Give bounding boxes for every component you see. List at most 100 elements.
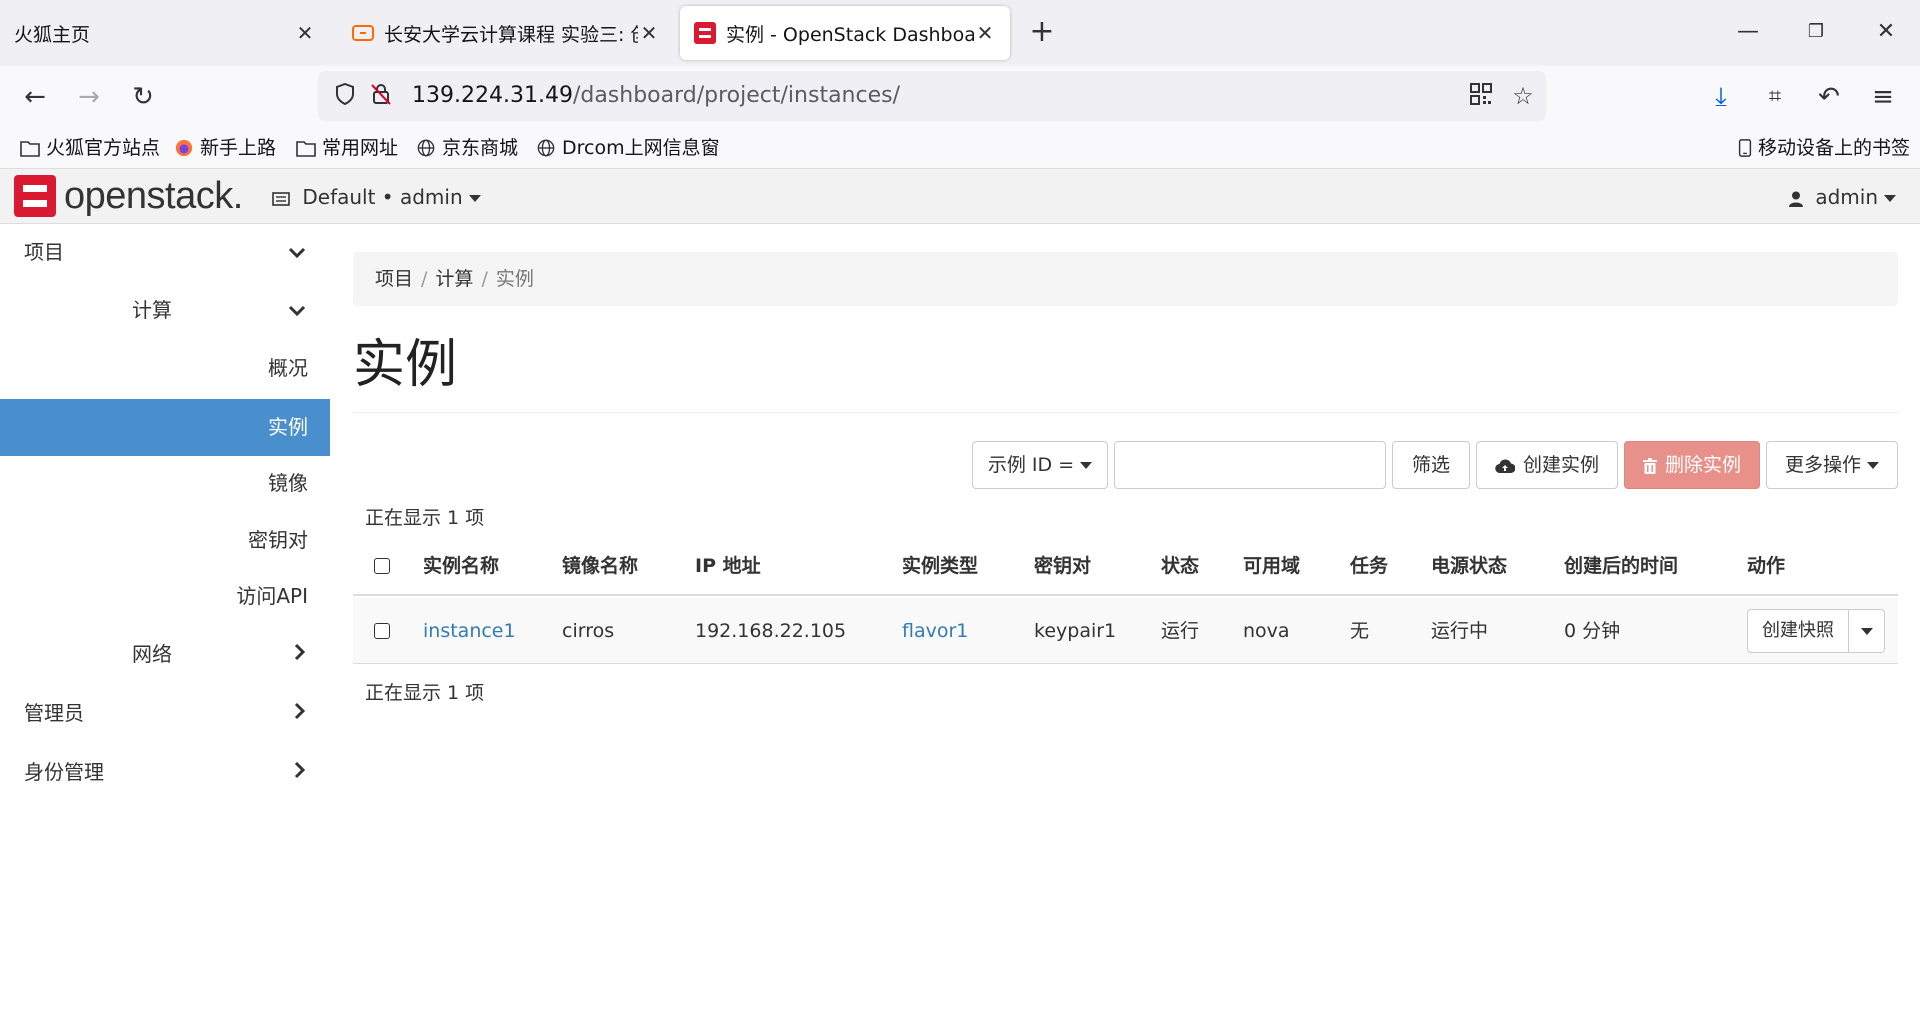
address-bar[interactable]: 139.224.31.49/dashboard/project/instance… — [318, 71, 1546, 121]
sidebar-item-admin[interactable]: 管理员 — [0, 685, 330, 742]
row-actions-dropdown[interactable] — [1849, 609, 1885, 653]
qr-code-icon[interactable] — [1468, 83, 1494, 109]
bookmark-label: 常用网址 — [322, 137, 399, 159]
breadcrumb-compute[interactable]: 计算 — [435, 268, 473, 290]
delete-instance-button[interactable]: 删除实例 — [1624, 441, 1760, 489]
breadcrumb-project[interactable]: 项目 — [375, 268, 413, 290]
flavor-link[interactable]: flavor1 — [902, 598, 968, 664]
breadcrumb-current: 实例 — [495, 268, 534, 290]
close-tab-icon[interactable]: ✕ — [974, 21, 996, 45]
column-header[interactable]: 密钥对 — [1034, 536, 1091, 596]
column-header[interactable]: 可用域 — [1243, 536, 1300, 596]
bookmark-folder-common[interactable]: 常用网址 — [296, 128, 398, 168]
sidebar-item-identity[interactable]: 身份管理 — [0, 744, 330, 801]
sidebar-item-overview[interactable]: 概况 — [0, 340, 330, 397]
tab-openstack[interactable]: 实例 - OpenStack Dashboard ✕ — [680, 6, 1010, 60]
sidebar-item-label: 项目 — [24, 240, 64, 264]
create-instance-button[interactable]: 创建实例 — [1476, 441, 1618, 489]
undo-icon[interactable]: ↶ — [1810, 78, 1848, 116]
keypair: keypair1 — [1034, 620, 1117, 642]
chevron-right-icon — [294, 744, 306, 801]
user-menu[interactable]: admin — [1788, 169, 1896, 225]
restore-icon[interactable]: ❐ — [1786, 10, 1846, 54]
caret-down-icon — [468, 195, 481, 202]
tab-firefox-home[interactable]: 火狐主页 ✕ — [0, 6, 330, 60]
mobile-bookmarks[interactable]: 移动设备上的书签 — [1738, 128, 1910, 168]
bookmark-label: 移动设备上的书签 — [1758, 137, 1911, 159]
column-header[interactable]: 实例类型 — [902, 536, 978, 596]
create-instance-label: 创建实例 — [1523, 454, 1600, 476]
sidebar-item-compute[interactable]: 计算 — [0, 282, 330, 339]
project-selector[interactable]: Default • admin — [272, 169, 481, 225]
window-close-icon[interactable]: ✕ — [1856, 10, 1916, 54]
column-header[interactable]: 实例名称 — [423, 536, 499, 596]
caret-down-icon — [1860, 627, 1873, 635]
row-checkbox[interactable] — [374, 623, 390, 639]
caret-down-icon — [1080, 462, 1093, 469]
more-actions-button[interactable]: 更多操作 — [1766, 441, 1898, 489]
column-header[interactable]: 镜像名称 — [562, 536, 638, 596]
downloads-icon[interactable]: ⤓ — [1702, 78, 1740, 116]
column-header: 动作 — [1747, 555, 1786, 577]
column-header[interactable]: 电源状态 — [1431, 536, 1507, 596]
bookmark-getting-started[interactable]: 新手上路 — [174, 128, 276, 168]
new-tab-button[interactable]: + — [1024, 14, 1060, 50]
column-header[interactable]: IP 地址 — [695, 536, 761, 596]
minimize-icon[interactable]: — — [1718, 10, 1778, 54]
column-header[interactable]: 创建后的时间 — [1564, 536, 1678, 596]
chevron-right-icon — [294, 685, 306, 742]
browser-nav-bar: ← → ↻ 139.224.31.49/dashboard/project/in… — [0, 66, 1920, 128]
table-row: instance1 cirros 192.168.22.105 flavor1 … — [353, 598, 1898, 664]
tab-label: 实例 - OpenStack Dashboard — [726, 23, 974, 46]
filter-field-select[interactable]: 示例 ID = — [972, 441, 1108, 489]
filter-input[interactable] — [1114, 441, 1386, 489]
breadcrumb: 项目 / 计算 / 实例 — [353, 252, 1898, 306]
power-state: 运行中 — [1431, 620, 1489, 642]
sidebar-item-project[interactable]: 项目 — [0, 224, 330, 281]
sidebar-item-label: 计算 — [132, 298, 172, 322]
bookmark-folder-firefox[interactable]: 火狐官方站点 — [20, 128, 160, 168]
bookmark-drcom[interactable]: Drcom上网信息窗 — [536, 128, 720, 168]
sidebar-item-api-access[interactable]: 访问API — [0, 568, 330, 625]
select-all-checkbox[interactable] — [374, 558, 390, 574]
back-icon[interactable]: ← — [16, 78, 54, 116]
sidebar-item-label: 镜像 — [268, 471, 308, 495]
create-snapshot-button[interactable]: 创建快照 — [1747, 609, 1849, 653]
globe-icon — [417, 139, 435, 157]
ip-address: 192.168.22.105 — [695, 620, 847, 642]
openstack-logo[interactable]: openstack. — [14, 175, 243, 217]
chevron-right-icon — [294, 626, 306, 683]
column-header[interactable]: 任务 — [1350, 536, 1388, 596]
tab-label: 火狐主页 — [14, 23, 91, 46]
openstack-favicon-icon — [694, 22, 716, 44]
close-tab-icon[interactable]: ✕ — [294, 21, 316, 45]
forward-icon[interactable]: → — [70, 78, 108, 116]
filter-button[interactable]: 筛选 — [1392, 441, 1470, 489]
sidebar-item-label: 概况 — [268, 356, 308, 380]
column-header[interactable]: 状态 — [1161, 536, 1199, 596]
page-title: 实例 — [353, 335, 458, 395]
sidebar-item-label: 身份管理 — [24, 760, 104, 784]
bookmark-jd[interactable]: 京东商城 — [416, 128, 518, 168]
close-tab-icon[interactable]: ✕ — [638, 21, 660, 45]
screenshot-crop-icon[interactable]: ⌗ — [1756, 78, 1794, 116]
bookmark-star-icon[interactable]: ☆ — [1510, 83, 1536, 109]
chevron-down-icon — [288, 282, 306, 339]
menu-icon[interactable]: ≡ — [1864, 78, 1902, 116]
sidebar-item-network[interactable]: 网络 — [0, 626, 330, 683]
sidebar-item-images[interactable]: 镜像 — [0, 455, 330, 512]
instance-name-link[interactable]: instance1 — [423, 598, 516, 664]
bookmark-label: 新手上路 — [200, 137, 277, 159]
tab-label: 长安大学云计算课程 实验三: 创 — [384, 23, 638, 46]
breadcrumb-separator: / — [421, 268, 428, 290]
tab-course[interactable]: 长安大学云计算课程 实验三: 创 ✕ — [338, 6, 674, 60]
divider — [353, 412, 1898, 413]
sidebar-item-instances[interactable]: 实例 — [0, 399, 330, 456]
shield-icon[interactable] — [332, 82, 358, 109]
sidebar-item-label: 实例 — [268, 415, 308, 439]
sidebar-item-keypairs[interactable]: 密钥对 — [0, 512, 330, 569]
reload-icon[interactable]: ↻ — [124, 78, 162, 116]
logo-text: openstack. — [64, 174, 243, 217]
insecure-lock-icon[interactable] — [368, 83, 394, 109]
trash-icon — [1642, 457, 1657, 474]
